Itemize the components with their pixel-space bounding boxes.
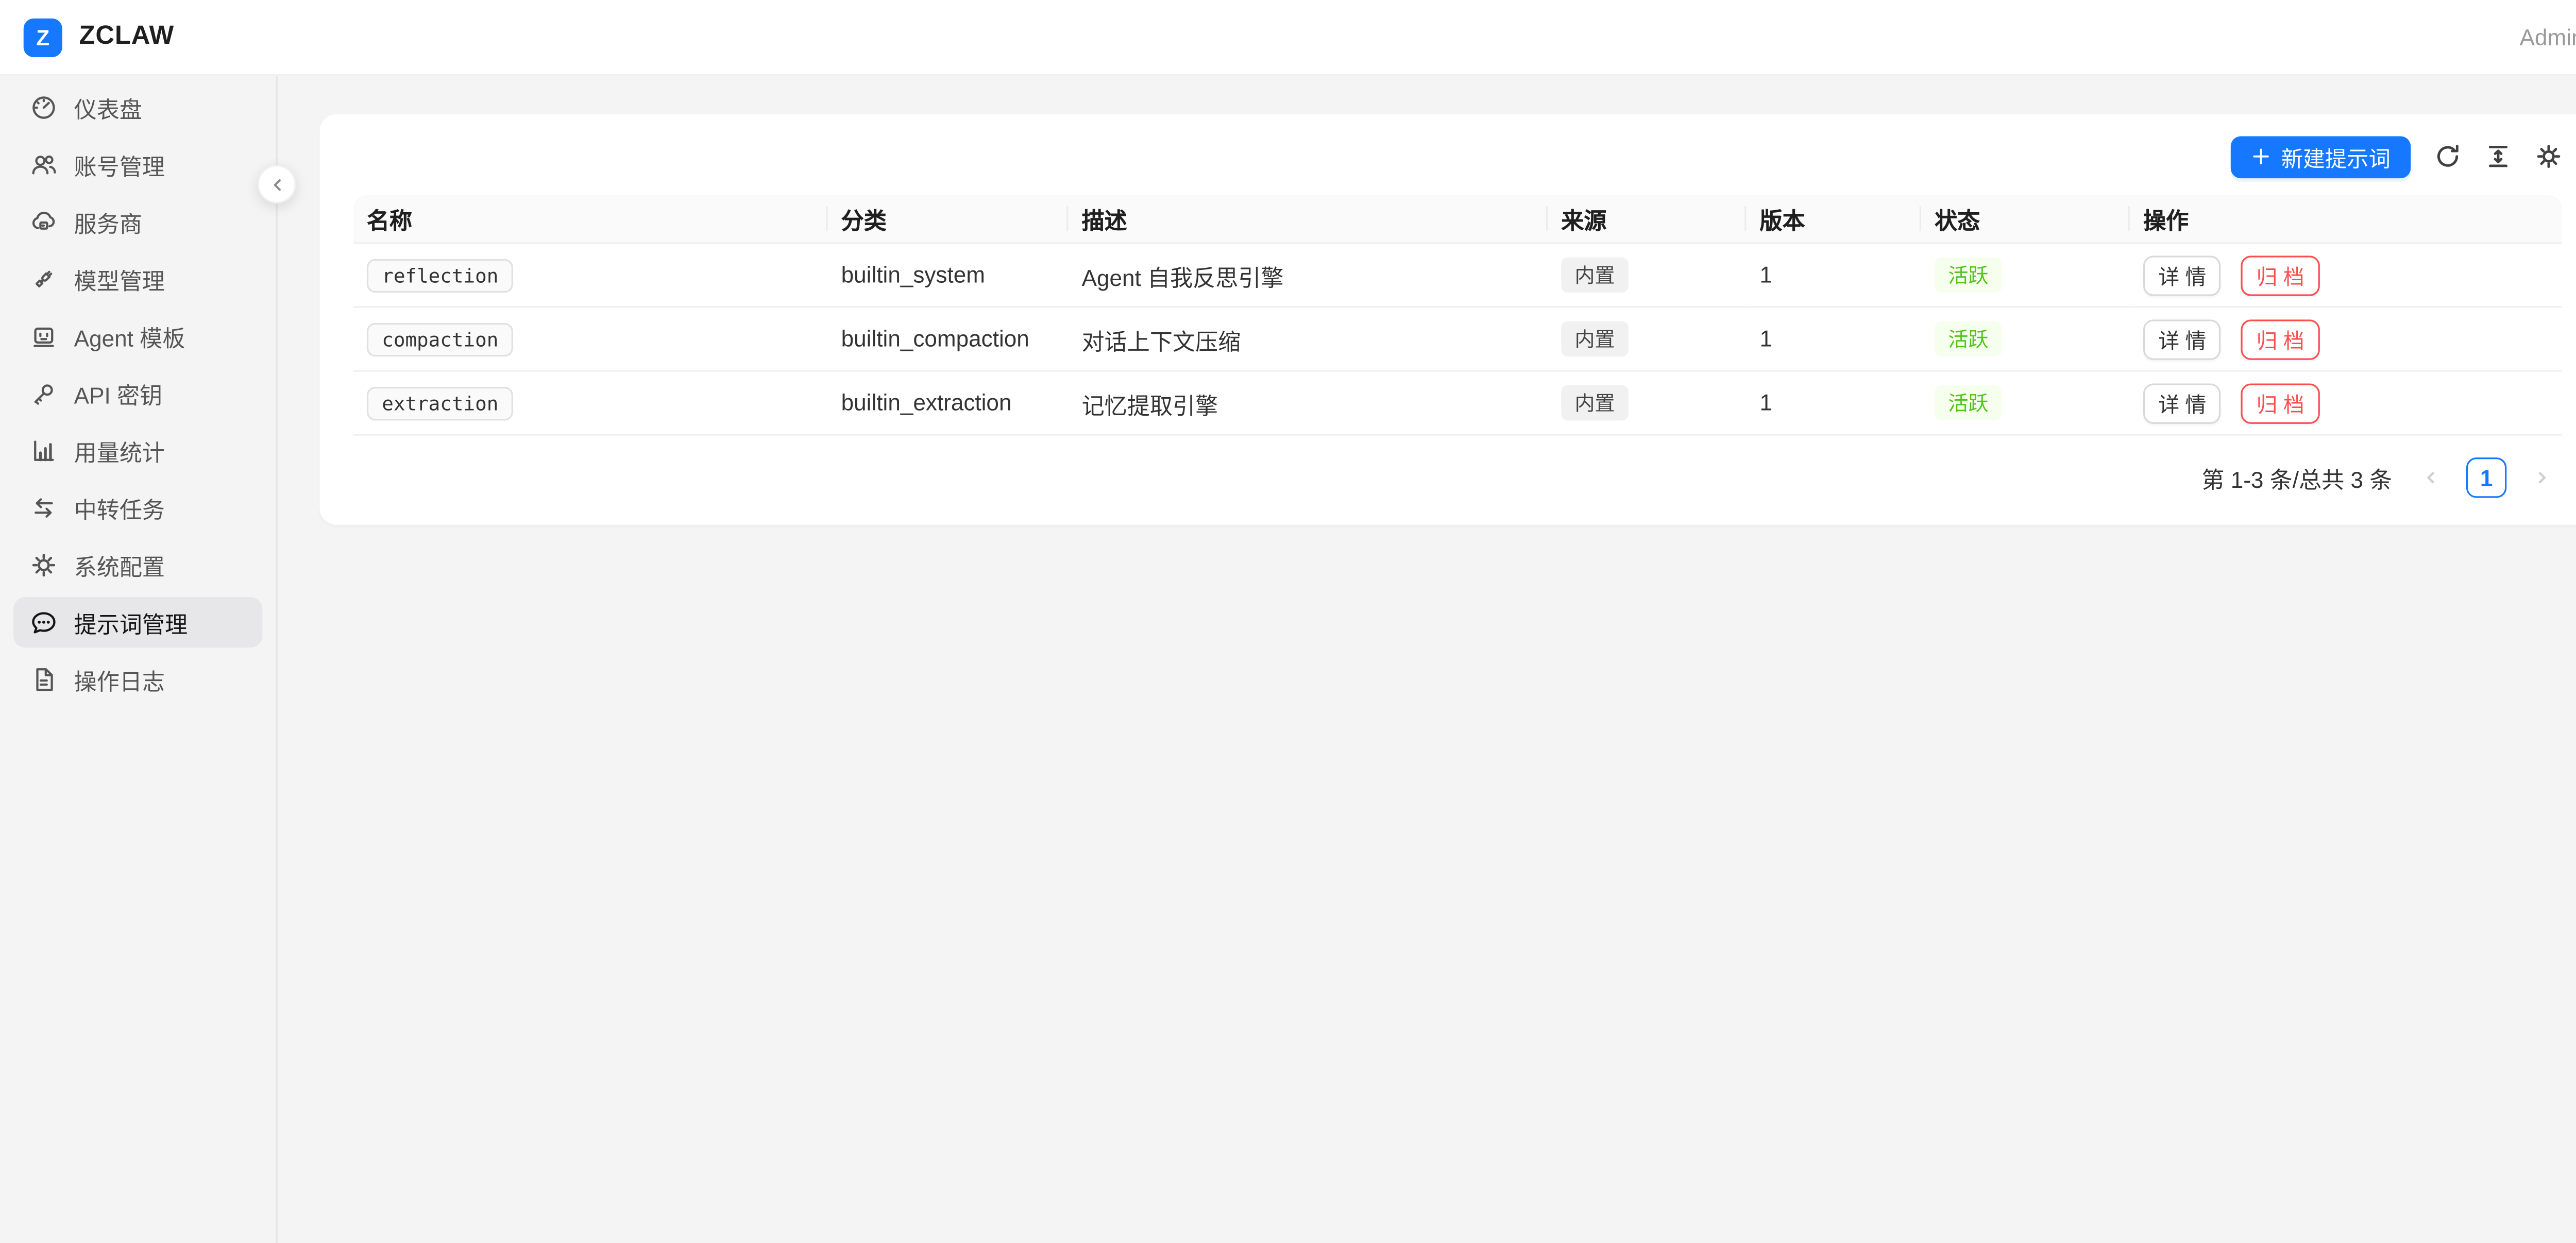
pagination-total: 第 1-3 条/总共 3 条 [2201,461,2392,495]
key-icon [30,380,57,407]
archive-button[interactable]: 归 档 [2241,255,2319,295]
prompt-name-tag: reflection [367,258,514,292]
table-row: compaction builtin_compaction 对话上下文压缩 内置… [353,307,2562,371]
detail-button[interactable]: 详 情 [2143,383,2222,423]
sidebar-item-label: 中转任务 [74,491,165,524]
detail-button[interactable]: 详 情 [2143,255,2222,295]
prompt-category: builtin_compaction [828,307,1069,371]
source-tag: 内置 [1561,258,1629,293]
prompt-category: builtin_system [828,243,1069,307]
file-text-icon [30,666,57,693]
column-header-source: 来源 [1548,195,1746,243]
user-menu[interactable]: Admin [2520,24,2576,49]
sidebar-item-label: 仪表盘 [74,91,142,124]
sidebar-item-models[interactable]: 模型管理 [13,254,262,304]
sidebar: 仪表盘 账号管理 服务商 模型管理 [0,76,278,1243]
chevron-left-icon [268,176,285,193]
table-row: extraction builtin_extraction 记忆提取引擎 内置 … [353,371,2562,435]
archive-button[interactable]: 归 档 [2241,383,2319,423]
status-badge: 活跃 [1935,385,2002,421]
sidebar-item-label: 操作日志 [74,663,165,696]
refresh-icon[interactable] [2433,142,2462,171]
sidebar-item-agent-templates[interactable]: Agent 模板 [13,311,262,362]
sidebar-item-label: 账号管理 [74,148,165,181]
top-header: Z ZCLAW Admin [0,0,2576,76]
main-content: 新建提示词 [278,76,2576,1243]
page-1-button[interactable]: 1 [2466,457,2506,498]
swap-icon [30,495,57,521]
sidebar-item-label: 模型管理 [74,262,165,296]
prompt-version: 1 [1746,307,1921,371]
column-header-description: 描述 [1068,195,1548,243]
sidebar-item-label: API 密钥 [74,377,162,410]
prompt-description: Agent 自我反思引擎 [1068,243,1548,307]
detail-button[interactable]: 详 情 [2143,319,2222,359]
prompt-name-tag: compaction [367,322,514,355]
pagination: 第 1-3 条/总共 3 条 1 [353,457,2562,498]
api-plug-icon [30,266,57,293]
sidebar-item-system-config[interactable]: 系统配置 [13,540,262,590]
gear-icon [30,552,57,578]
next-page-button[interactable] [2522,457,2562,498]
table-header-row: 名称 分类 描述 来源 版本 状态 操作 [353,195,2562,243]
prompt-category: builtin_extraction [828,371,1069,435]
prev-page-button[interactable] [2411,457,2451,498]
source-tag: 内置 [1561,385,1629,421]
column-header-name: 名称 [353,195,828,243]
column-header-category: 分类 [828,195,1069,243]
column-header-status: 状态 [1921,195,2130,243]
sidebar-item-usage-stats[interactable]: 用量统计 [13,425,262,476]
prompt-description: 记忆提取引擎 [1068,371,1548,435]
chevron-right-icon [2532,468,2552,488]
cloud-server-icon [30,209,57,235]
content-card: 新建提示词 [319,114,2576,525]
prompts-table: 名称 分类 描述 来源 版本 状态 操作 reflection builtin_ [353,195,2562,436]
sidebar-item-label: 系统配置 [74,548,165,582]
sidebar-item-api-keys[interactable]: API 密钥 [13,368,262,419]
row-height-icon[interactable] [2483,142,2512,171]
bar-chart-icon [30,437,57,464]
brand: Z ZCLAW [24,18,175,56]
robot-icon [30,323,57,350]
message-icon [30,609,57,636]
sidebar-item-relay-tasks[interactable]: 中转任务 [13,483,262,533]
prompt-name-tag: extraction [367,386,514,419]
table-toolbar: 新建提示词 [353,134,2562,178]
table-row: reflection builtin_system Agent 自我反思引擎 内… [353,243,2562,307]
column-header-actions: 操作 [2130,195,2562,243]
prompt-version: 1 [1746,371,1921,435]
app-logo: Z [24,18,62,56]
prompt-version: 1 [1746,243,1921,307]
status-badge: 活跃 [1935,321,2002,357]
app-root: Z ZCLAW Admin 仪表盘 账号管理 [0,0,2576,1243]
sidebar-item-label: 用量统计 [74,434,165,467]
sidebar-item-label: 服务商 [74,205,142,239]
sidebar-collapse-button[interactable] [258,165,296,203]
status-badge: 活跃 [1935,258,2002,293]
brand-name: ZCLAW [79,22,174,52]
sidebar-item-label: Agent 模板 [74,319,185,353]
table-settings-icon[interactable] [2534,142,2563,171]
column-header-version: 版本 [1746,195,1921,243]
sidebar-item-dashboard[interactable]: 仪表盘 [13,82,262,133]
sidebar-item-label: 提示词管理 [74,606,188,639]
source-tag: 内置 [1561,321,1629,357]
dashboard-icon [30,94,57,121]
archive-button[interactable]: 归 档 [2241,319,2319,359]
sidebar-item-operation-logs[interactable]: 操作日志 [13,654,262,705]
sidebar-item-prompt-management[interactable]: 提示词管理 [13,597,262,648]
team-icon [30,151,57,178]
plus-icon [2251,146,2271,166]
new-prompt-button-label: 新建提示词 [2281,141,2391,173]
sidebar-item-accounts[interactable]: 账号管理 [13,140,262,190]
prompt-description: 对话上下文压缩 [1068,307,1548,371]
sidebar-item-providers[interactable]: 服务商 [13,197,262,247]
new-prompt-button[interactable]: 新建提示词 [2231,135,2411,178]
chevron-left-icon [2421,468,2441,488]
